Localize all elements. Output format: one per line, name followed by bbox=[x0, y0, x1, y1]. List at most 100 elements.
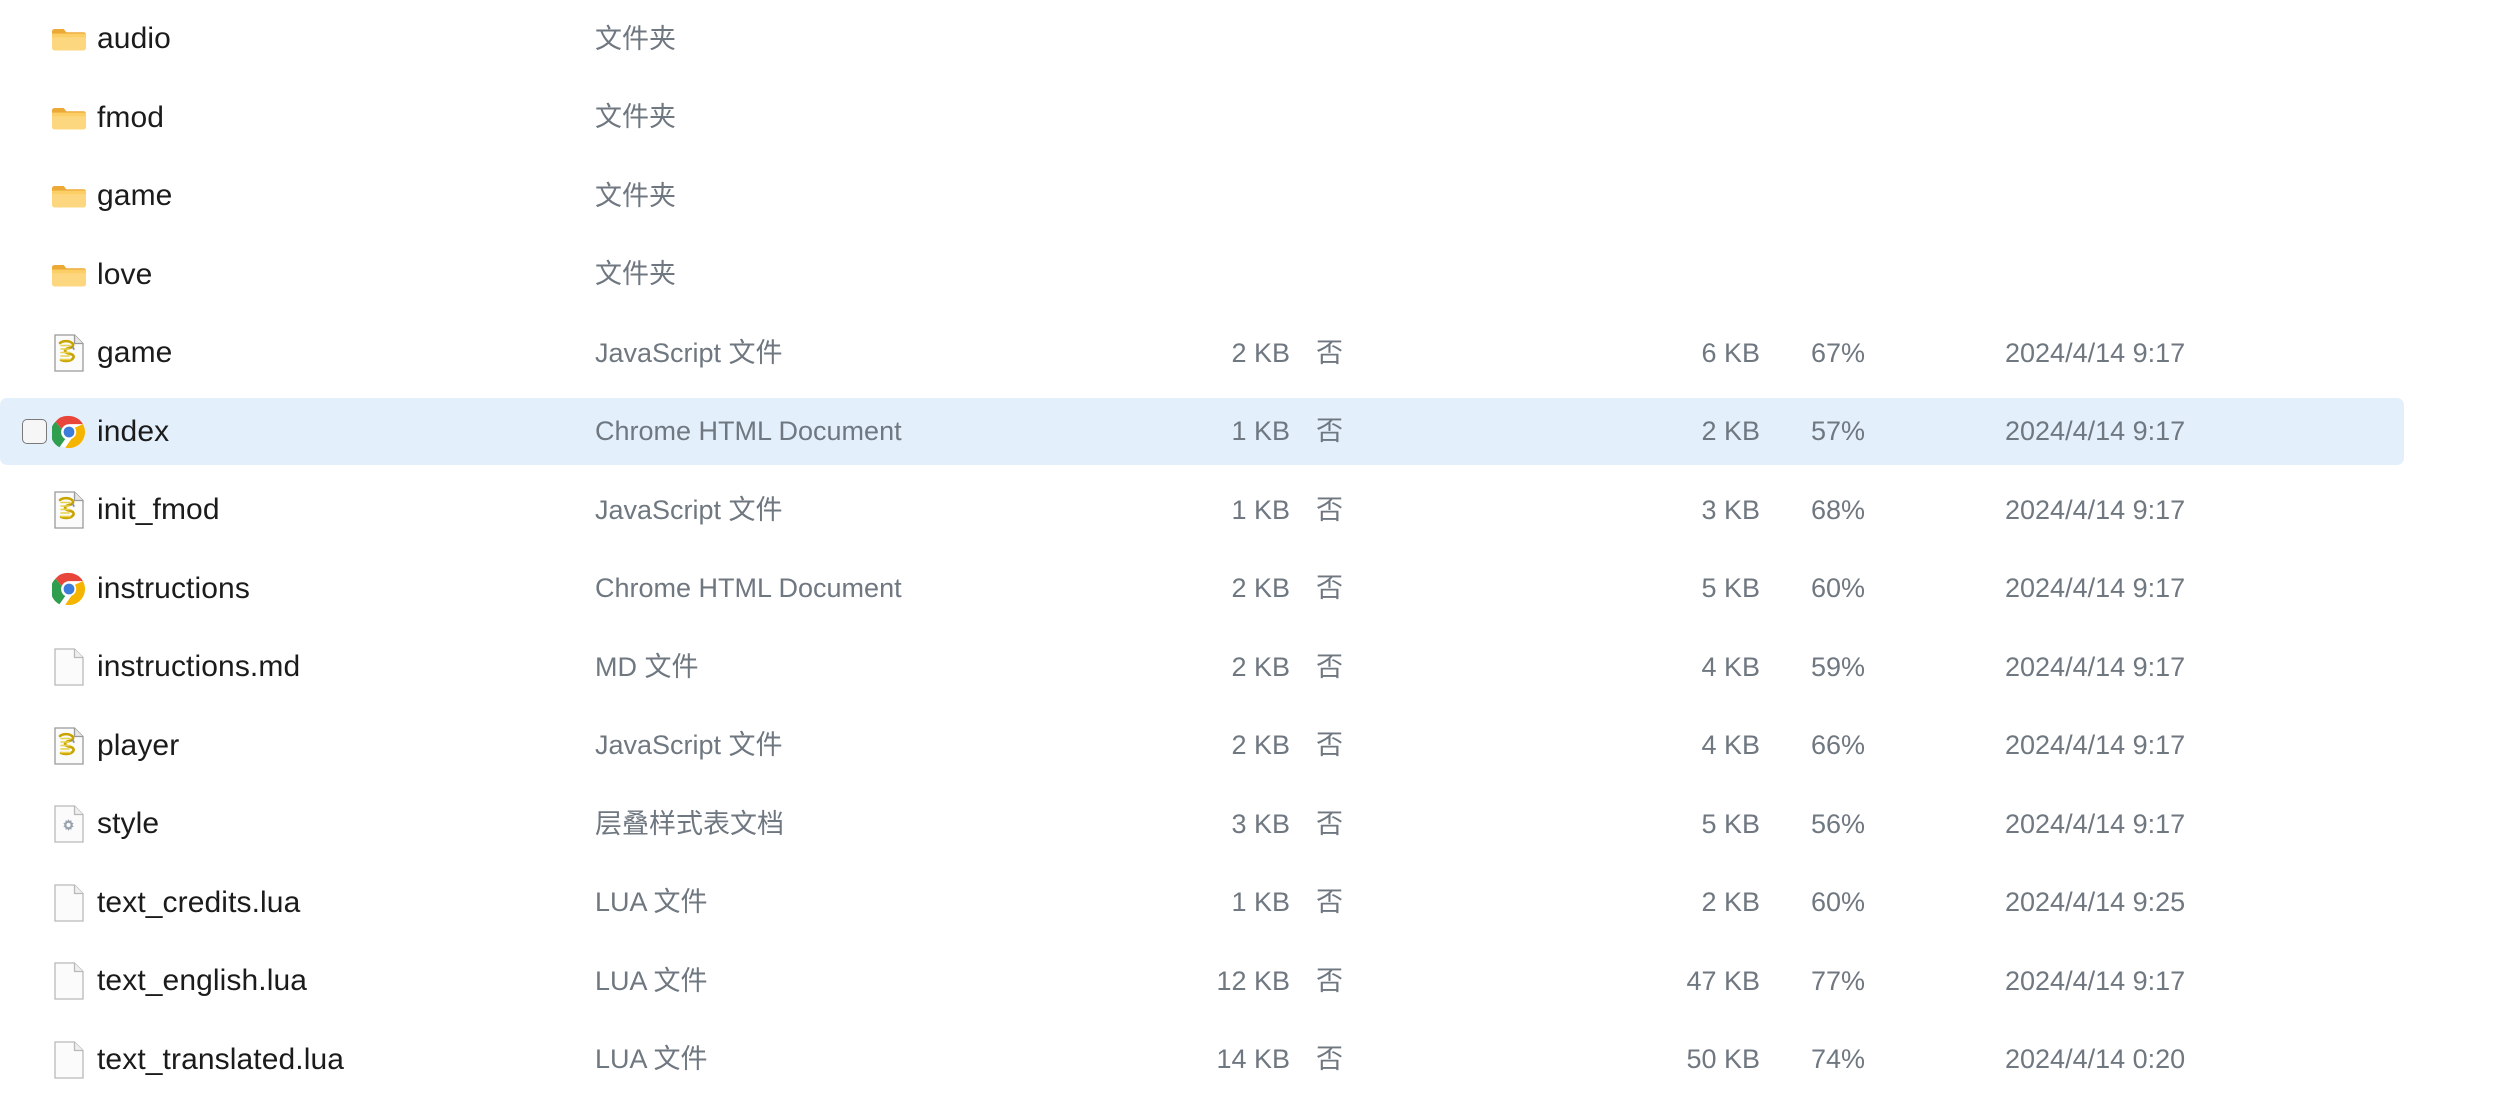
file-date-label: 2024/4/14 9:17 bbox=[2005, 416, 2186, 447]
file-size-label: 2 KB bbox=[1231, 730, 1290, 761]
file-type-label: 文件夹 bbox=[595, 180, 676, 211]
file-row[interactable]: text_english.lua LUA 文件 12 KB 否 47 KB 77% 2024… bbox=[0, 942, 2498, 1021]
file-row[interactable]: love 文件夹 bbox=[0, 236, 2498, 315]
file-locked-label: 否 bbox=[1316, 337, 1343, 368]
file-original-size-label: 2 KB bbox=[1701, 416, 1760, 447]
folder-icon bbox=[51, 98, 87, 138]
file-row[interactable]: audio 文件夹 bbox=[0, 0, 2498, 79]
file-row[interactable]: style 层叠样式表文档 3 KB 否 5 KB 56% 2024/4/14 9:17 bbox=[0, 785, 2498, 864]
file-type-label: JavaScript 文件 bbox=[595, 337, 783, 368]
file-original-size-label: 2 KB bbox=[1701, 887, 1760, 918]
file-row[interactable]: index Chrome HTML Document 1 KB 否 2 KB 57% 202… bbox=[0, 393, 2498, 472]
file-name-label: player bbox=[97, 728, 180, 762]
file-locked-label: 否 bbox=[1316, 730, 1343, 761]
file-original-size-label: 5 KB bbox=[1701, 808, 1760, 839]
file-ratio-label: 66% bbox=[1810, 730, 1865, 761]
file-size-label: 1 KB bbox=[1231, 494, 1290, 525]
file-type-label: Chrome HTML Document bbox=[595, 573, 902, 604]
row-checkbox[interactable] bbox=[22, 419, 47, 445]
file-type-label: 文件夹 bbox=[595, 102, 676, 133]
file-name-cell[interactable]: instructions bbox=[0, 569, 595, 609]
file-date-label: 2024/4/14 9:25 bbox=[2005, 887, 2186, 918]
file-size-label: 2 KB bbox=[1231, 573, 1290, 604]
file-original-size-label: 4 KB bbox=[1701, 651, 1760, 682]
file-row[interactable]: game 文件夹 bbox=[0, 157, 2498, 236]
file-name-label: index bbox=[97, 414, 170, 448]
file-type-label: LUA 文件 bbox=[595, 887, 708, 918]
file-row[interactable]: init_fmod JavaScript 文件 1 KB 否 3 KB 68% 2024/4… bbox=[0, 471, 2498, 550]
file-name-cell[interactable]: instructions.md bbox=[0, 647, 595, 687]
file-name-label: text_translated.lua bbox=[97, 1042, 345, 1076]
file-name-cell[interactable]: text_translated.lua bbox=[0, 1040, 595, 1080]
file-ratio-label: 60% bbox=[1810, 887, 1865, 918]
file-size-label: 12 KB bbox=[1216, 965, 1290, 996]
blank-document-icon bbox=[51, 1040, 87, 1080]
file-row[interactable]: instructions.md MD 文件 2 KB 否 4 KB 59% 2024/4/1… bbox=[0, 628, 2498, 707]
file-name-cell[interactable]: game bbox=[0, 333, 595, 373]
file-name-cell[interactable]: index bbox=[0, 412, 595, 452]
folder-icon bbox=[51, 176, 87, 216]
file-row[interactable]: fmod 文件夹 bbox=[0, 79, 2498, 158]
file-locked-label: 否 bbox=[1316, 887, 1343, 918]
file-locked-label: 否 bbox=[1316, 573, 1343, 604]
file-size-label: 1 KB bbox=[1231, 887, 1290, 918]
file-size-label: 14 KB bbox=[1216, 1044, 1290, 1075]
blank-document-icon bbox=[51, 647, 87, 687]
file-name-cell[interactable]: style bbox=[0, 804, 595, 844]
file-name-cell[interactable]: fmod bbox=[0, 98, 595, 138]
folder-icon bbox=[51, 19, 87, 59]
file-name-label: instructions bbox=[97, 571, 250, 605]
file-name-label: text_credits.lua bbox=[97, 885, 301, 919]
file-name-label: fmod bbox=[97, 100, 165, 134]
file-list: audio 文件夹 fmod 文件夹 game 文件夹 love 文件夹 game JavaScr… bbox=[0, 0, 2498, 1111]
javascript-file-icon bbox=[51, 726, 87, 766]
file-type-label: 文件夹 bbox=[595, 23, 676, 54]
file-ratio-label: 57% bbox=[1810, 416, 1865, 447]
javascript-file-icon bbox=[51, 490, 87, 530]
css-file-icon bbox=[51, 804, 87, 844]
file-name-label: game bbox=[97, 336, 173, 370]
file-row[interactable]: game JavaScript 文件 2 KB 否 6 KB 67% 2024/4/14 9… bbox=[0, 314, 2498, 393]
file-ratio-label: 60% bbox=[1810, 573, 1865, 604]
file-name-label: instructions.md bbox=[97, 650, 301, 684]
file-row[interactable]: text_translated.lua LUA 文件 14 KB 否 50 KB 74% 2… bbox=[0, 1021, 2498, 1100]
file-locked-label: 否 bbox=[1316, 651, 1343, 682]
file-ratio-label: 56% bbox=[1810, 808, 1865, 839]
file-row[interactable]: text_credits.lua LUA 文件 1 KB 否 2 KB 60% 2024/4… bbox=[0, 864, 2498, 943]
file-name-cell[interactable]: love bbox=[0, 255, 595, 295]
file-size-label: 1 KB bbox=[1231, 416, 1290, 447]
file-type-label: JavaScript 文件 bbox=[595, 494, 783, 525]
file-name-label: audio bbox=[97, 22, 171, 56]
chrome-icon bbox=[51, 412, 87, 452]
file-row[interactable]: instructions Chrome HTML Document 2 KB 否 5 K… bbox=[0, 550, 2498, 629]
file-name-label: style bbox=[97, 807, 160, 841]
file-original-size-label: 47 KB bbox=[1686, 965, 1760, 996]
file-row[interactable]: player JavaScript 文件 2 KB 否 4 KB 66% 2024/4/14… bbox=[0, 707, 2498, 786]
file-name-cell[interactable]: audio bbox=[0, 19, 595, 59]
file-type-label: 层叠样式表文档 bbox=[595, 808, 784, 839]
file-date-label: 2024/4/14 9:17 bbox=[2005, 965, 2186, 996]
blank-document-icon bbox=[51, 961, 87, 1001]
file-date-label: 2024/4/14 9:17 bbox=[2005, 730, 2186, 761]
file-size-label: 2 KB bbox=[1231, 651, 1290, 682]
file-name-cell[interactable]: game bbox=[0, 176, 595, 216]
file-size-label: 2 KB bbox=[1231, 337, 1290, 368]
javascript-file-icon bbox=[51, 333, 87, 373]
file-name-cell[interactable]: init_fmod bbox=[0, 490, 595, 530]
file-name-cell[interactable]: text_credits.lua bbox=[0, 883, 595, 923]
file-name-cell[interactable]: text_english.lua bbox=[0, 961, 595, 1001]
file-name-label: init_fmod bbox=[97, 493, 220, 527]
file-locked-label: 否 bbox=[1316, 965, 1343, 996]
file-original-size-label: 5 KB bbox=[1701, 573, 1760, 604]
file-ratio-label: 67% bbox=[1810, 337, 1865, 368]
file-date-label: 2024/4/14 9:17 bbox=[2005, 651, 2186, 682]
file-type-label: MD 文件 bbox=[595, 651, 699, 682]
file-ratio-label: 77% bbox=[1810, 965, 1865, 996]
file-name-cell[interactable]: player bbox=[0, 726, 595, 766]
file-type-label: JavaScript 文件 bbox=[595, 730, 783, 761]
file-original-size-label: 50 KB bbox=[1686, 1044, 1760, 1075]
file-name-label: love bbox=[97, 257, 153, 291]
file-date-label: 2024/4/14 9:17 bbox=[2005, 494, 2186, 525]
file-original-size-label: 3 KB bbox=[1701, 494, 1760, 525]
chrome-icon bbox=[51, 569, 87, 609]
